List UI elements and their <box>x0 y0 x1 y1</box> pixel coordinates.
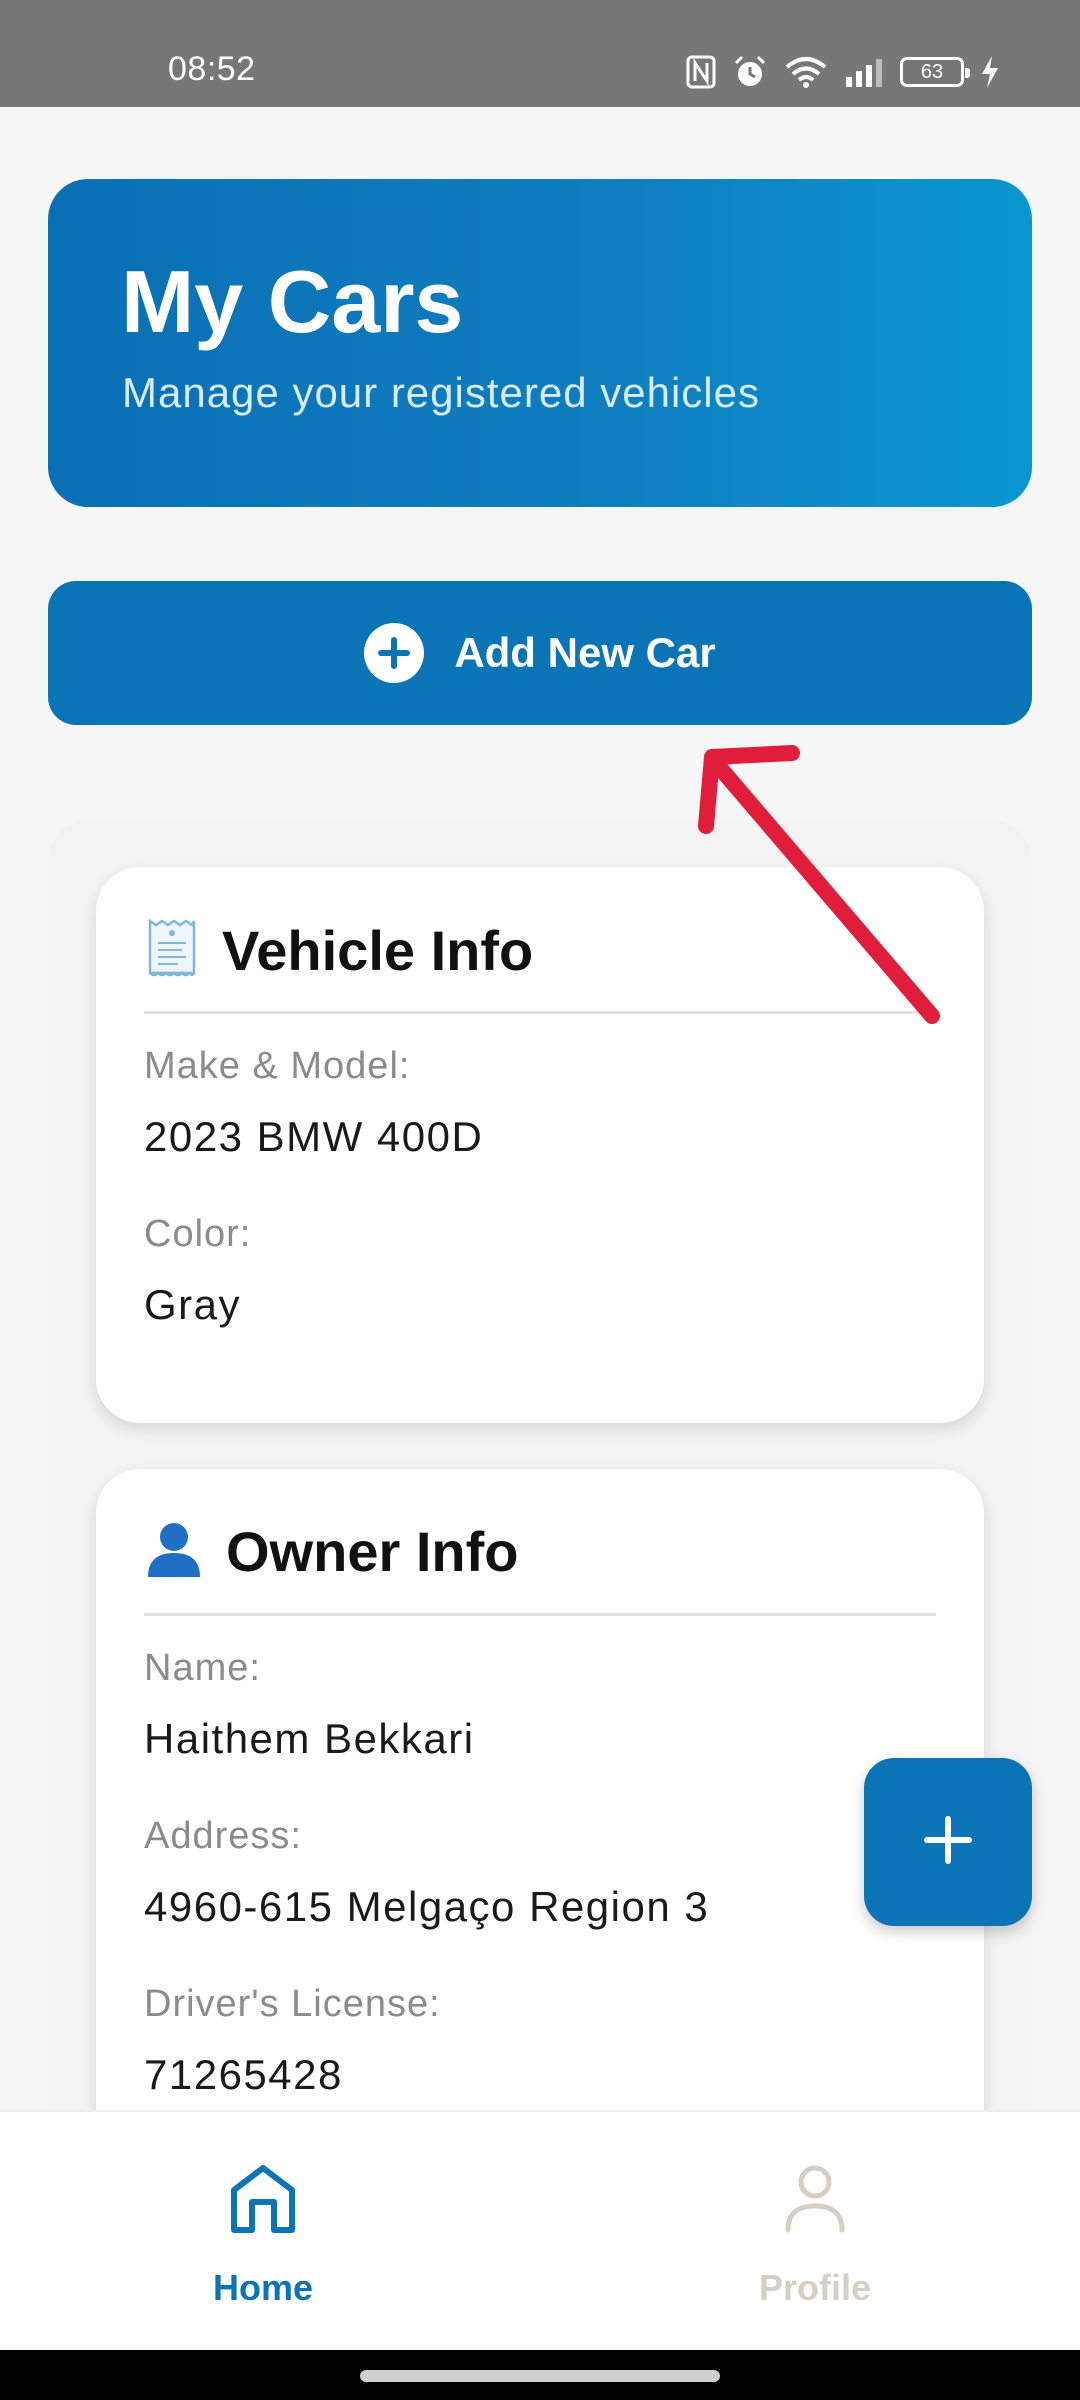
owner-info-title: Owner Info <box>226 1520 519 1583</box>
nav-profile-label: Profile <box>758 2267 872 2308</box>
color-label: Color: <box>144 1213 252 1255</box>
nav-home-label: Home <box>212 2267 314 2308</box>
nav-home[interactable]: Home <box>113 2112 413 2352</box>
drivers-license-label: Driver's License: <box>144 1983 441 2025</box>
divider <box>144 1613 936 1616</box>
name-label: Name: <box>144 1647 261 1689</box>
address-label: Address: <box>144 1815 302 1857</box>
status-icons: 63 <box>686 52 1000 92</box>
alarm-icon <box>732 54 768 90</box>
drivers-license-value: 71265428 <box>144 2051 343 2098</box>
signal-icon <box>844 57 884 87</box>
plus-circle-icon <box>364 623 425 683</box>
wifi-icon <box>784 55 828 89</box>
nav-profile[interactable]: Profile <box>665 2112 965 2352</box>
plus-icon <box>923 1815 973 1870</box>
owner-info-header: Owner Info <box>144 1519 518 1584</box>
status-bar: 08:52 63 <box>0 0 1080 107</box>
make-model-value: 2023 BMW 400D <box>144 1113 484 1160</box>
vehicle-info-card[interactable]: Vehicle Info Make & Model: 2023 BMW 400D… <box>96 867 984 1423</box>
nfc-icon <box>686 55 716 89</box>
make-model-label: Make & Model: <box>144 1045 411 1087</box>
page-subtitle: Manage your registered vehicles <box>122 369 760 416</box>
vehicle-info-header: Vehicle Info <box>144 917 533 984</box>
header-card: My Cars Manage your registered vehicles <box>48 179 1032 507</box>
add-new-car-label: Add New Car <box>454 629 716 676</box>
add-new-car-button[interactable]: Add New Car <box>48 581 1032 725</box>
battery-icon: 63 <box>900 57 970 87</box>
name-value: Haithem Bekkari <box>144 1715 475 1762</box>
charging-icon <box>980 55 1000 89</box>
gesture-bar <box>0 2350 1080 2400</box>
status-time: 08:52 <box>168 50 256 88</box>
profile-icon <box>780 2162 850 2239</box>
owner-info-card[interactable]: Owner Info Name: Haithem Bekkari Address… <box>96 1469 984 2110</box>
receipt-icon <box>144 917 200 984</box>
person-icon <box>144 1519 204 1584</box>
gesture-handle[interactable] <box>360 2370 720 2382</box>
home-icon <box>228 2162 298 2239</box>
bottom-nav: Home Profile <box>0 2110 1080 2350</box>
address-value: 4960-615 Melgaço Region 3 <box>144 1883 710 1930</box>
page-title: My Cars <box>121 252 464 351</box>
divider <box>144 1011 936 1014</box>
add-fab-button[interactable] <box>864 1758 1032 1926</box>
vehicle-info-title: Vehicle Info <box>222 919 534 982</box>
color-value: Gray <box>144 1281 242 1328</box>
